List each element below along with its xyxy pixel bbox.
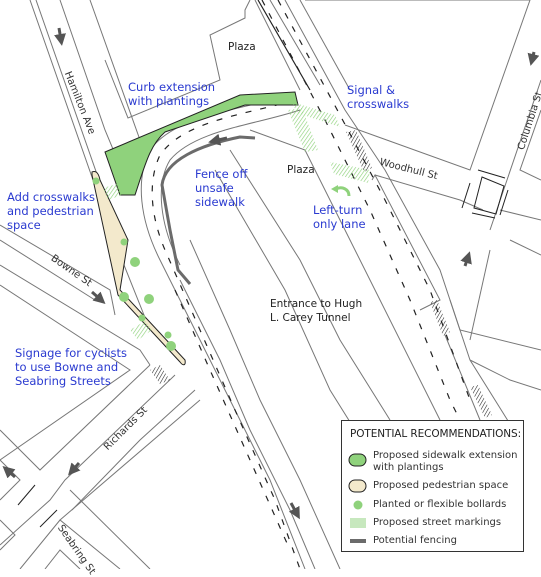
annotation-line: Left-turn	[313, 203, 363, 217]
annotation-line: crosswalks	[347, 97, 410, 111]
place-line: Entrance to Hugh	[270, 298, 363, 310]
gray-bar-icon	[350, 539, 366, 543]
green-pill-swatch-icon	[348, 453, 367, 467]
annotation-line: Fence off	[195, 167, 248, 181]
bollard	[138, 314, 146, 322]
annotation-line: unsafe	[195, 181, 234, 195]
green-hatch-icon	[350, 518, 366, 528]
legend-label: Proposed pedestrian space	[373, 480, 509, 491]
place-plaza-south: Plaza	[287, 164, 315, 176]
columbia-block	[305, 0, 531, 171]
legend-label-line: with plantings	[373, 462, 444, 473]
beige-pill-swatch-icon	[348, 479, 367, 493]
annotation-add-crosswalks: Add crosswalks and pedestrian space	[7, 190, 95, 232]
place-tunnel-entrance: Entrance to Hugh L. Carey Tunnel	[270, 297, 362, 325]
legend-label: Proposed sidewalk extension with plantin…	[373, 450, 518, 474]
annotation-signal-crosswalks: Signal & crosswalks	[347, 83, 409, 111]
legend-label: Proposed street markings	[373, 517, 502, 528]
traffic-arrow-icon	[288, 502, 300, 520]
annotation-line: to use Bowne and	[15, 360, 119, 374]
green-dot-icon	[353, 500, 363, 510]
bollard	[166, 341, 176, 351]
annotation-line: Signal &	[347, 83, 395, 97]
annotation-signage-cyclists: Signage for cyclists to use Bowne and Se…	[15, 346, 127, 388]
annotation-curb-extension: Curb extension with plantings	[128, 80, 215, 108]
lane-divider	[277, 0, 471, 401]
hamilton-ave-curb-west-inner	[35, 0, 107, 201]
annotation-line: Add crosswalks	[7, 190, 96, 204]
bowne-st-north	[0, 224, 116, 316]
bollard	[144, 294, 154, 304]
legend-label: Planted or flexible bollards	[373, 499, 507, 510]
bollard	[130, 257, 140, 267]
richards-st-south	[0, 374, 176, 546]
annotation-line: space	[7, 218, 41, 232]
existing-crosswalk	[346, 130, 372, 172]
place-line: L. Carey Tunnel	[270, 312, 351, 324]
potential-fencing	[160, 135, 256, 285]
annotation-fence-off: Fence off unsafe sidewalk	[195, 167, 247, 209]
traffic-arrow-icon	[54, 27, 66, 46]
annotation-line: only lane	[313, 217, 366, 231]
annotation-line: Signage for cyclists	[15, 346, 127, 360]
legend-label: Potential fencing	[373, 535, 457, 546]
annotation-left-turn: Left-turn only lane	[313, 203, 366, 231]
legend-label-line: Proposed sidewalk extension	[373, 450, 518, 461]
annotation-line: Curb extension	[128, 80, 216, 94]
bollard	[164, 331, 172, 339]
lane-divider	[261, 0, 481, 461]
annotation-line: sidewalk	[195, 195, 245, 209]
traffic-arrow-icon	[527, 51, 540, 66]
existing-crosswalk	[150, 365, 170, 384]
lane-divider	[174, 289, 291, 551]
existing-crosswalk	[430, 300, 450, 336]
bollard	[92, 177, 100, 185]
bollard	[120, 238, 128, 246]
legend-title: POTENTIAL RECOMMENDATIONS:	[350, 428, 522, 440]
traffic-arrow-icon	[460, 251, 472, 267]
annotation-line: with plantings	[128, 94, 210, 108]
annotation-line: and pedestrian	[7, 204, 94, 218]
annotation-line: Seabring Streets	[15, 374, 111, 388]
place-plaza-north: Plaza	[228, 41, 256, 53]
bollard	[119, 292, 129, 302]
legend: POTENTIAL RECOMMENDATIONS: Proposed side…	[341, 420, 524, 552]
